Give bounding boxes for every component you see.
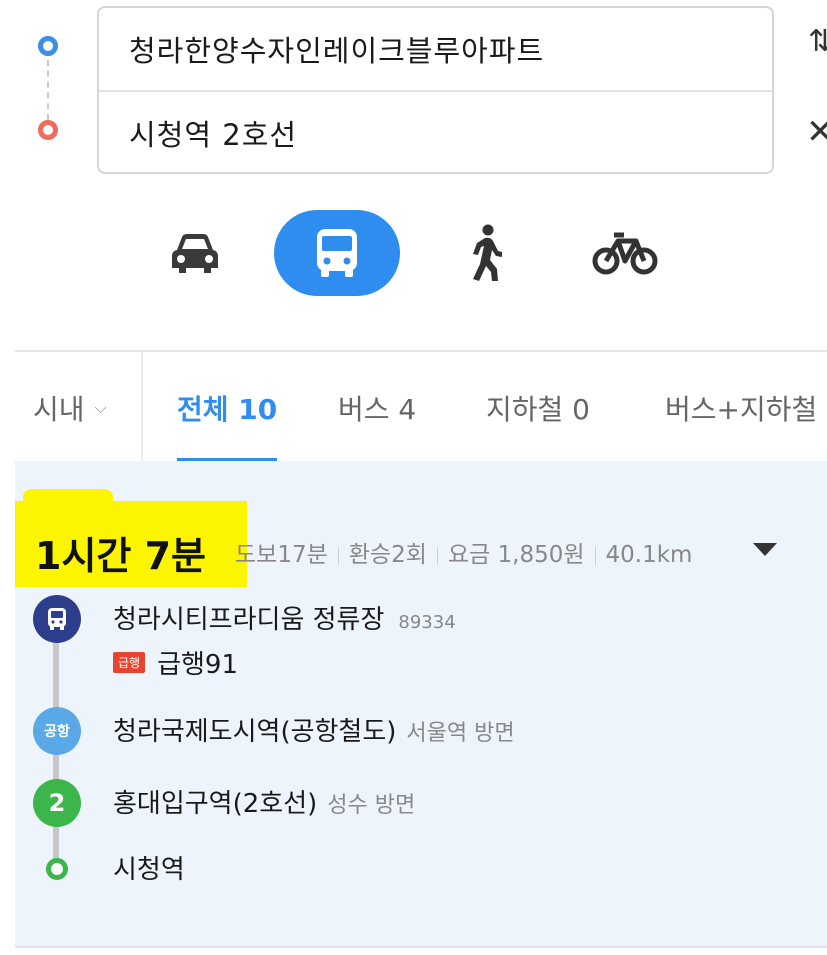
distance: 40.1km xyxy=(605,542,693,568)
express-badge: 급행 xyxy=(113,652,146,673)
bus-stop-name: 청라시티프라디움 정류장 xyxy=(113,605,385,635)
route-filter-tabs: 시내 ⌵ 전체 10 버스 4 지하철 0 버스+지하철 xyxy=(15,350,827,463)
bus-icon xyxy=(317,229,357,277)
transfer-count: 환승2회 xyxy=(348,542,427,568)
route-input-box: 청라한양수자인레이크블루아파트 시청역 2호선 xyxy=(97,6,774,174)
airport-line-icon: 공항 xyxy=(33,707,81,755)
tab-bus-subway[interactable]: 버스+지하철 xyxy=(665,352,817,463)
bus-stop-icon xyxy=(33,595,81,643)
origin-dot-icon xyxy=(38,36,58,56)
summary-divider xyxy=(594,546,596,565)
bus-line-info: 급행 급행91 xyxy=(113,644,238,681)
route-result-card[interactable]: 1시간 7분 도보17분 환승2회 요금 1,850원 40.1km 공항 2 청라시… xyxy=(15,461,827,948)
step-line2: 홍대입구역(2호선) 성수 방면 xyxy=(113,783,415,820)
summary-divider xyxy=(436,546,438,565)
destination-input[interactable]: 시청역 2호선 xyxy=(99,92,772,172)
tab-divider xyxy=(141,352,143,463)
bus-icon xyxy=(48,608,66,630)
transport-mode-selector xyxy=(0,210,827,296)
tab-all[interactable]: 전체 10 xyxy=(177,352,278,463)
station-name: 홍대입구역(2호선) xyxy=(113,789,318,819)
destination-dot-icon xyxy=(38,120,58,140)
clear-x-icon[interactable]: ✕ xyxy=(806,112,827,152)
walk-time: 도보17분 xyxy=(235,542,328,568)
line2-icon: 2 xyxy=(33,779,81,827)
area-dropdown[interactable]: 시내 ⌵ xyxy=(33,352,107,463)
walk-icon xyxy=(473,224,502,281)
step-bus-stop: 청라시티프라디움 정류장 89334 xyxy=(113,599,456,636)
destination-marker-icon xyxy=(46,858,68,880)
route-markers xyxy=(36,36,60,146)
step-airport-rail: 청라국제도시역(공항철도) 서울역 방면 xyxy=(113,711,515,748)
mode-walk-button[interactable] xyxy=(455,210,515,296)
bike-icon xyxy=(592,232,658,275)
tab-subway[interactable]: 지하철 0 xyxy=(486,352,590,463)
mode-bike-button[interactable] xyxy=(585,210,665,296)
bus-stop-code: 89334 xyxy=(398,612,456,633)
swap-arrow-icon[interactable]: ⇅ xyxy=(808,24,827,59)
bus-number: 급행91 xyxy=(157,650,239,680)
origin-input[interactable]: 청라한양수자인레이크블루아파트 xyxy=(99,8,772,92)
mode-car-button[interactable] xyxy=(160,210,230,296)
summary-divider xyxy=(337,546,339,565)
station-name: 청라국제도시역(공항철도) xyxy=(113,717,397,747)
highlight-mark-top xyxy=(23,489,113,519)
direction-text: 성수 방면 xyxy=(327,793,416,818)
tab-bus[interactable]: 버스 4 xyxy=(338,352,416,463)
chevron-down-icon: ⌵ xyxy=(94,397,107,417)
expand-triangle-icon[interactable] xyxy=(753,543,777,556)
route-dashed-line xyxy=(47,60,49,120)
route-duration: 1시간 7분 xyxy=(35,534,206,578)
fare: 요금 1,850원 xyxy=(447,542,585,568)
car-icon xyxy=(172,234,218,273)
step-destination: 시청역 xyxy=(113,855,185,885)
mode-bus-button[interactable] xyxy=(274,210,400,296)
route-summary: 도보17분 환승2회 요금 1,850원 40.1km xyxy=(235,535,692,569)
direction-text: 서울역 방면 xyxy=(406,721,515,746)
area-dropdown-label: 시내 xyxy=(33,392,85,426)
